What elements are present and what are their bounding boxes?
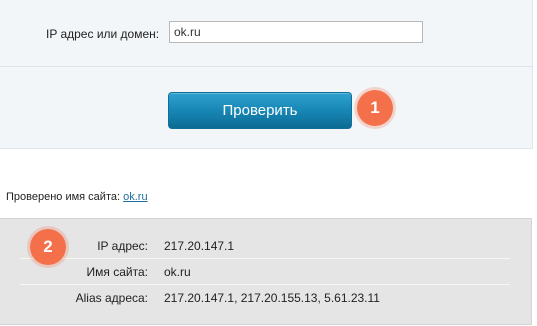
step-badge-1: 1 [357,90,393,126]
result-value: 217.20.147.1 [164,239,235,253]
checked-site-line: Проверено имя сайта: ok.ru [6,191,148,203]
domain-field-label: IP адрес или домен: [46,27,160,41]
result-key: IP адрес: [97,239,148,253]
result-row-alias: Alias адреса: 217.20.147.1, 217.20.155.1… [20,285,510,310]
result-key: Alias адреса: [75,291,148,305]
result-key: Имя сайта: [86,265,148,279]
result-row-site-name: Имя сайта: ok.ru [20,259,510,285]
result-row-ip: IP адрес: 217.20.147.1 [20,233,510,259]
checked-site-link[interactable]: ok.ru [123,191,147,203]
result-value: ok.ru [164,265,191,279]
form-divider [0,66,533,67]
step-badge-2: 2 [30,229,66,265]
domain-input[interactable] [169,21,423,43]
result-value: 217.20.147.1, 217.20.155.13, 5.61.23.11 [164,291,380,305]
lookup-form-panel: IP адрес или домен: Проверить 1 [0,0,533,149]
check-button[interactable]: Проверить [168,92,352,129]
checked-site-prefix: Проверено имя сайта: [6,191,121,203]
results-panel: IP адрес: 217.20.147.1 Имя сайта: ok.ru … [0,218,532,325]
